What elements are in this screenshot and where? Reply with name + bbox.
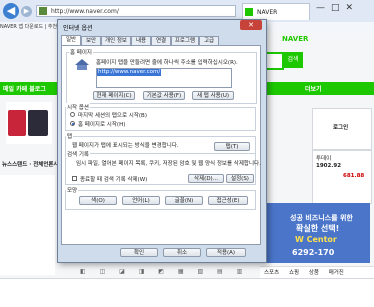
browsing-history-description-1: 임시 파일, 열어본 페이지 목록, 쿠키, 저장된 암호 및 웹 양식 정보를… [76, 161, 261, 167]
site-icon [39, 7, 47, 15]
naver-search-button[interactable]: 검색 [283, 52, 303, 68]
login-box: 로그인 [312, 108, 372, 150]
startup-last-session-radio[interactable] [70, 112, 75, 117]
startup-home-page-label: 홈 페이지로 시작(H) [78, 122, 126, 128]
tabs-description: 웹 페이지가 탭에 표시되는 방식을 변경합니다. [72, 143, 179, 149]
dialog-close-button[interactable]: ✕ [240, 20, 262, 30]
use-current-button[interactable]: 현재 페이지(C) [93, 91, 135, 100]
kospi-value: 1902.92 [316, 163, 342, 169]
colors-button[interactable]: 색(O) [79, 196, 117, 205]
page-footer [0, 278, 374, 307]
forward-button[interactable]: ▶ [21, 6, 32, 17]
cancel-button[interactable]: 취소 [163, 248, 201, 257]
login-label[interactable]: 로그인 [333, 123, 348, 131]
ad-text-line1: 성공 비즈니스를 위한 [290, 214, 353, 222]
naver-nav-left[interactable]: 메일 카페 블로그 [3, 84, 63, 93]
languages-button[interactable]: 언어(L) [122, 196, 160, 205]
bottom-tab[interactable]: 매거진 [329, 270, 344, 276]
dialog-tabs: 일반 보안 개인 정보 내용 연결 프로그램 고급 [61, 35, 261, 45]
bottom-tab[interactable]: 쇼핑 [289, 270, 299, 276]
delete-on-exit-label: 종료할 때 검색 기록 삭제(W) [80, 177, 148, 183]
ok-button[interactable]: 확인 [120, 248, 158, 257]
window-controls[interactable]: —□✕ [316, 2, 372, 14]
tab-connections[interactable]: 연결 [151, 36, 171, 45]
service-icons[interactable]: ◧ ◫ ◪ ◨ ◩ ▦ ▧ ▤ ▥ [80, 266, 260, 278]
tab-advanced[interactable]: 고급 [199, 36, 219, 45]
product-image-red [8, 110, 26, 136]
naver-tab-icon [245, 8, 253, 16]
home-page-group-label: 홈 페이지 [69, 48, 93, 56]
address-bar[interactable]: http://www.naver.com/ [36, 5, 236, 17]
tab-programs[interactable]: 프로그램 [171, 36, 199, 45]
tab-general[interactable]: 일반 [61, 35, 81, 45]
back-button[interactable]: ◀ [3, 3, 19, 19]
ad-text-line4: 6292-170 [292, 248, 335, 257]
kosdaq-value: 681.88 [343, 173, 365, 179]
bottom-tab[interactable]: 상품 [309, 270, 319, 276]
browsing-history-group-label: 검색 기록 [66, 150, 90, 158]
use-new-tab-button[interactable]: 새 탭 사용(U) [192, 91, 234, 100]
fonts-button[interactable]: 글꼴(N) [165, 196, 203, 205]
ad-text-line2: 확실한 선택! [296, 224, 340, 233]
bottom-tab[interactable]: 스포츠 [264, 270, 279, 276]
home-page-url-value: http://www.naver.com/ [97, 69, 162, 76]
startup-home-page-radio[interactable] [70, 121, 75, 126]
naver-nav-more[interactable]: 더보기 [305, 84, 345, 93]
tabs-group-label: 탭 [66, 132, 74, 140]
today-label: 투데이 [316, 156, 332, 162]
product-image-dark [28, 110, 48, 136]
ad-text-line3: W Centor [295, 235, 337, 244]
use-default-button[interactable]: 기본값 사용(F) [143, 91, 185, 100]
home-icon [74, 58, 92, 70]
delete-history-button[interactable]: 삭제(D)... [188, 174, 224, 183]
naver-logo[interactable]: NAVER [282, 35, 352, 45]
newsstand-panel [0, 175, 55, 275]
stock-box: 투데이 1902.92 681.88 [312, 150, 372, 204]
dialog-title: 인터넷 옵션 [63, 25, 93, 32]
tab-security[interactable]: 보안 [81, 36, 101, 45]
delete-on-exit-checkbox[interactable] [72, 176, 77, 181]
appearance-group-label: 모양 [66, 186, 79, 194]
newsstand-label[interactable]: 뉴스스탠드 · 전체언론사 [2, 160, 59, 168]
tab-privacy[interactable]: 개인 정보 [101, 36, 131, 45]
startup-last-session-label: 마지막 세션의 탭으로 시작(B) [78, 113, 147, 119]
tab-content[interactable]: 내용 [131, 36, 151, 45]
apply-button[interactable]: 적용(A) [206, 248, 246, 257]
home-page-description: 홈페이지 탭을 만들려면 줄에 하나씩 주소를 입력하십시오(R). [96, 60, 238, 66]
history-settings-button[interactable]: 설정(S) [226, 174, 254, 183]
tabs-settings-button[interactable]: 탭(T) [214, 142, 250, 151]
startup-group-label: 시작 옵션 [66, 103, 90, 111]
accessibility-button[interactable]: 접근성(E) [208, 196, 248, 205]
